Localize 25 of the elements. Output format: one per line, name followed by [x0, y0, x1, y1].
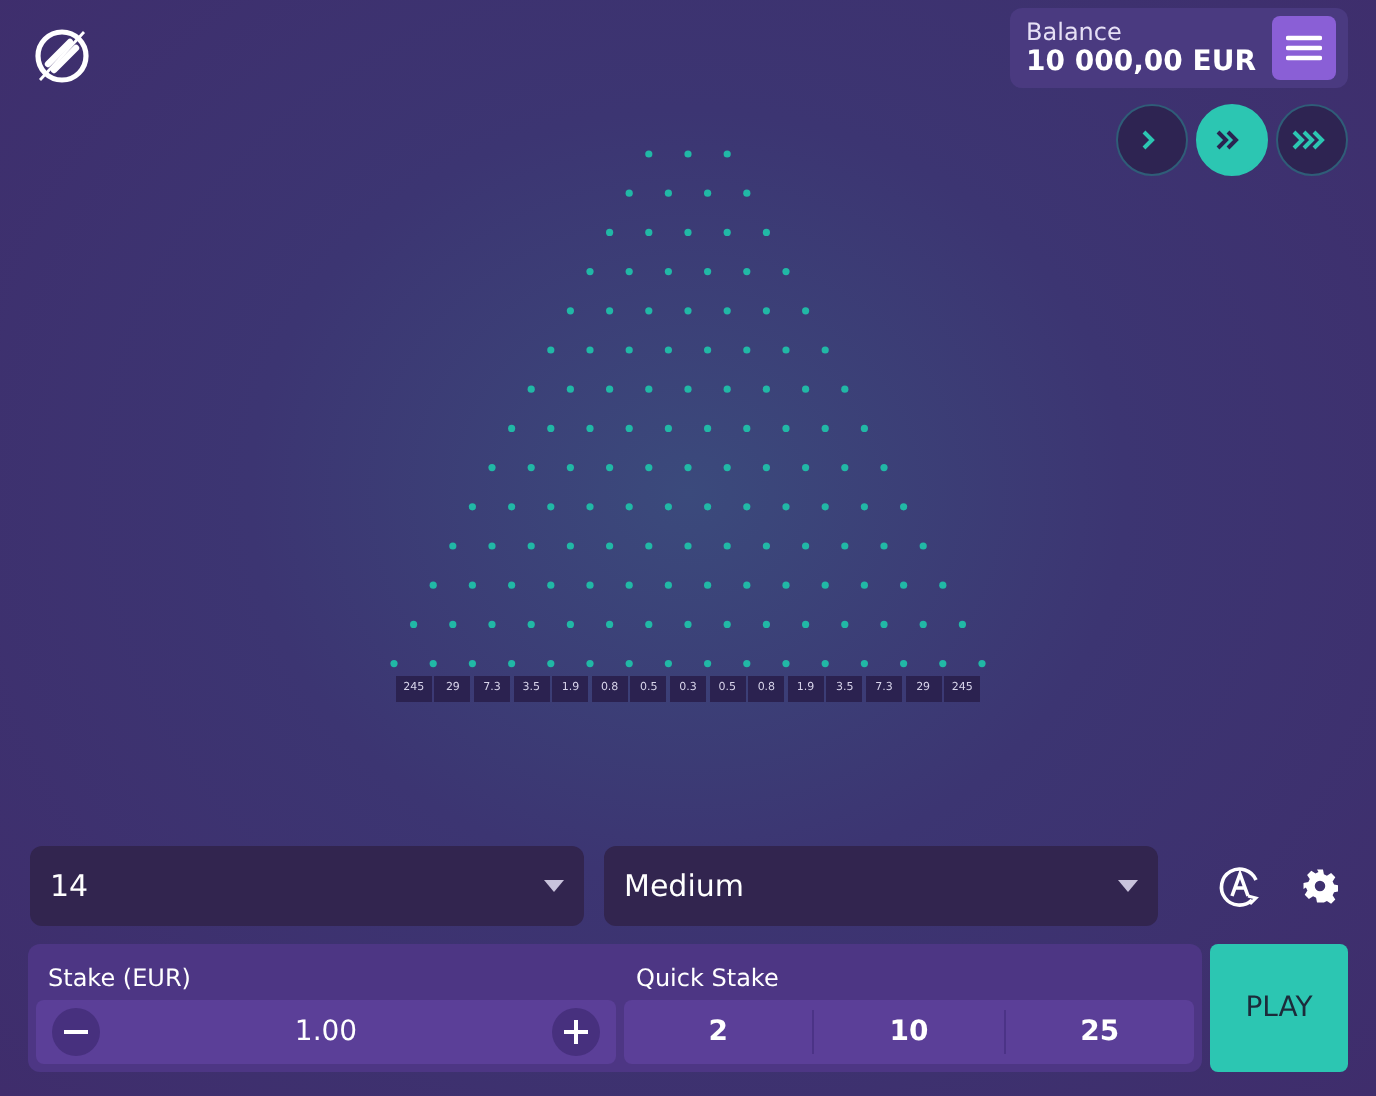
increase-button[interactable] [551, 1008, 600, 1056]
plus-icon [563, 1020, 588, 1044]
stake-field[interactable]: 1.00 [36, 1000, 616, 1064]
balance-label: Balance [1026, 17, 1124, 45]
menu-button[interactable] [1272, 16, 1336, 80]
caret-icon [1118, 880, 1138, 892]
quick-stake-label: Quick Stake [634, 962, 781, 996]
caret-icon [544, 880, 564, 892]
speed-button[interactable] [1276, 104, 1348, 176]
risk-dropdown[interactable]: Medium [604, 846, 1158, 926]
stake-value: 1.00 [294, 1013, 358, 1051]
menu-icon [1286, 34, 1322, 62]
autoplay-icon[interactable] [1218, 864, 1262, 908]
play-button[interactable]: PLAY [1210, 944, 1348, 1072]
balance-amount: 10 000,00 EUR [1026, 45, 1256, 79]
quick-stake-button[interactable]: 25 [1003, 1010, 1194, 1054]
minus-icon [64, 1030, 88, 1034]
quick-stake-button[interactable]: 2 [624, 1010, 813, 1054]
quick-stake-button[interactable]: 10 [812, 1010, 1004, 1054]
rows-dropdown[interactable]: 14 [30, 846, 584, 926]
settings-icon[interactable] [1302, 868, 1338, 904]
logo-icon [30, 24, 94, 88]
speed-button[interactable] [1196, 104, 1268, 176]
decrease-button[interactable] [52, 1008, 100, 1056]
stake-label: Stake (EUR) [46, 962, 193, 996]
